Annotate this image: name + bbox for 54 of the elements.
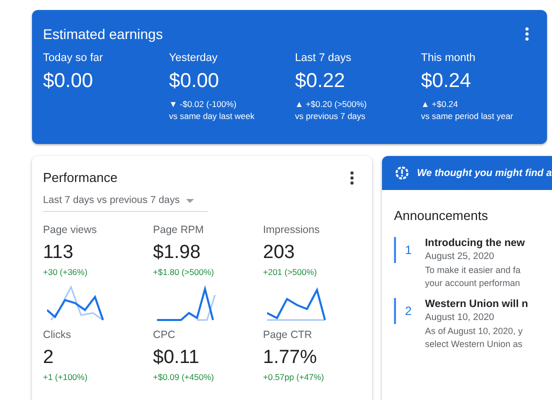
metric-label: CPC: [153, 329, 176, 341]
announcement-title[interactable]: Western Union will n: [425, 298, 528, 310]
stat-label: Today so far: [43, 52, 104, 64]
sparkline-drawing: [267, 285, 327, 323]
stat-comparison: vs same day last week: [169, 110, 256, 122]
announcement-text: your account performan: [425, 277, 522, 290]
metric-change: +$1.80 (>500%): [153, 267, 215, 277]
announcement-number: 2: [394, 298, 425, 324]
more-options-icon[interactable]: [525, 27, 529, 41]
metric-label: Clicks: [43, 329, 72, 341]
metric-value: 2: [43, 347, 55, 369]
metric-label: Page views: [43, 224, 98, 236]
stat-comparison: vs same period last year: [421, 110, 514, 122]
announcement-text: As of August 10, 2020, y: [425, 325, 524, 338]
announcement-title[interactable]: Introducing the new: [425, 237, 525, 249]
alert-badge-icon: [395, 166, 409, 180]
stat-comparison: vs previous 7 days: [295, 110, 366, 122]
stat-change: ▼ -$0.02 (-100%): [169, 98, 238, 110]
metric-change: +0.57pp (+47%): [263, 372, 325, 382]
announcement-date: August 25, 2020: [425, 251, 496, 262]
stat-value: $0.22: [295, 70, 346, 93]
caret-icon: [186, 198, 194, 202]
metric-change: +$0.09 (+450%): [153, 372, 215, 382]
stat-value: $0.00: [43, 70, 94, 93]
sparkline-drawing: [47, 285, 107, 323]
announcement-text: select Western Union as: [425, 338, 524, 351]
metric-change: +201 (>500%): [263, 267, 318, 277]
metric-label: Page RPM: [153, 224, 205, 236]
card-title: Estimated earnings: [43, 26, 163, 42]
announcement-number: 1: [394, 237, 425, 263]
metric-value: $1.98: [153, 242, 202, 264]
stat-label: Yesterday: [169, 52, 219, 64]
banner-text: We thought you might find a: [417, 168, 552, 178]
metric-value: $0.11: [153, 347, 200, 369]
metric-value: 1.77%: [263, 347, 318, 369]
stat-value: $0.00: [169, 70, 220, 93]
announcement-date: August 10, 2020: [425, 312, 496, 323]
metric-label: Page CTR: [263, 329, 314, 341]
stat-label: Last 7 days: [295, 52, 352, 64]
metric-value: 203: [263, 242, 296, 264]
card-title: Announcements: [394, 208, 489, 223]
stat-change: ▲ +$0.24: [421, 98, 460, 110]
metric-value: 113: [43, 242, 74, 264]
sparkline-drawing: [157, 285, 217, 323]
announcement-text: To make it easier and fa: [425, 264, 522, 277]
more-options-icon[interactable]: [350, 170, 354, 184]
stat-label: This month: [421, 52, 476, 64]
stat-value: $0.24: [421, 70, 472, 93]
metric-label: Impressions: [263, 224, 321, 236]
period-dropdown[interactable]: Last 7 days vs previous 7 days: [43, 195, 208, 212]
metric-change: +1 (+100%): [43, 372, 88, 382]
metric-change: +30 (+36%): [43, 267, 88, 277]
stat-change: ▲ +$0.20 (>500%): [295, 98, 368, 110]
card-title: Performance: [43, 170, 118, 185]
